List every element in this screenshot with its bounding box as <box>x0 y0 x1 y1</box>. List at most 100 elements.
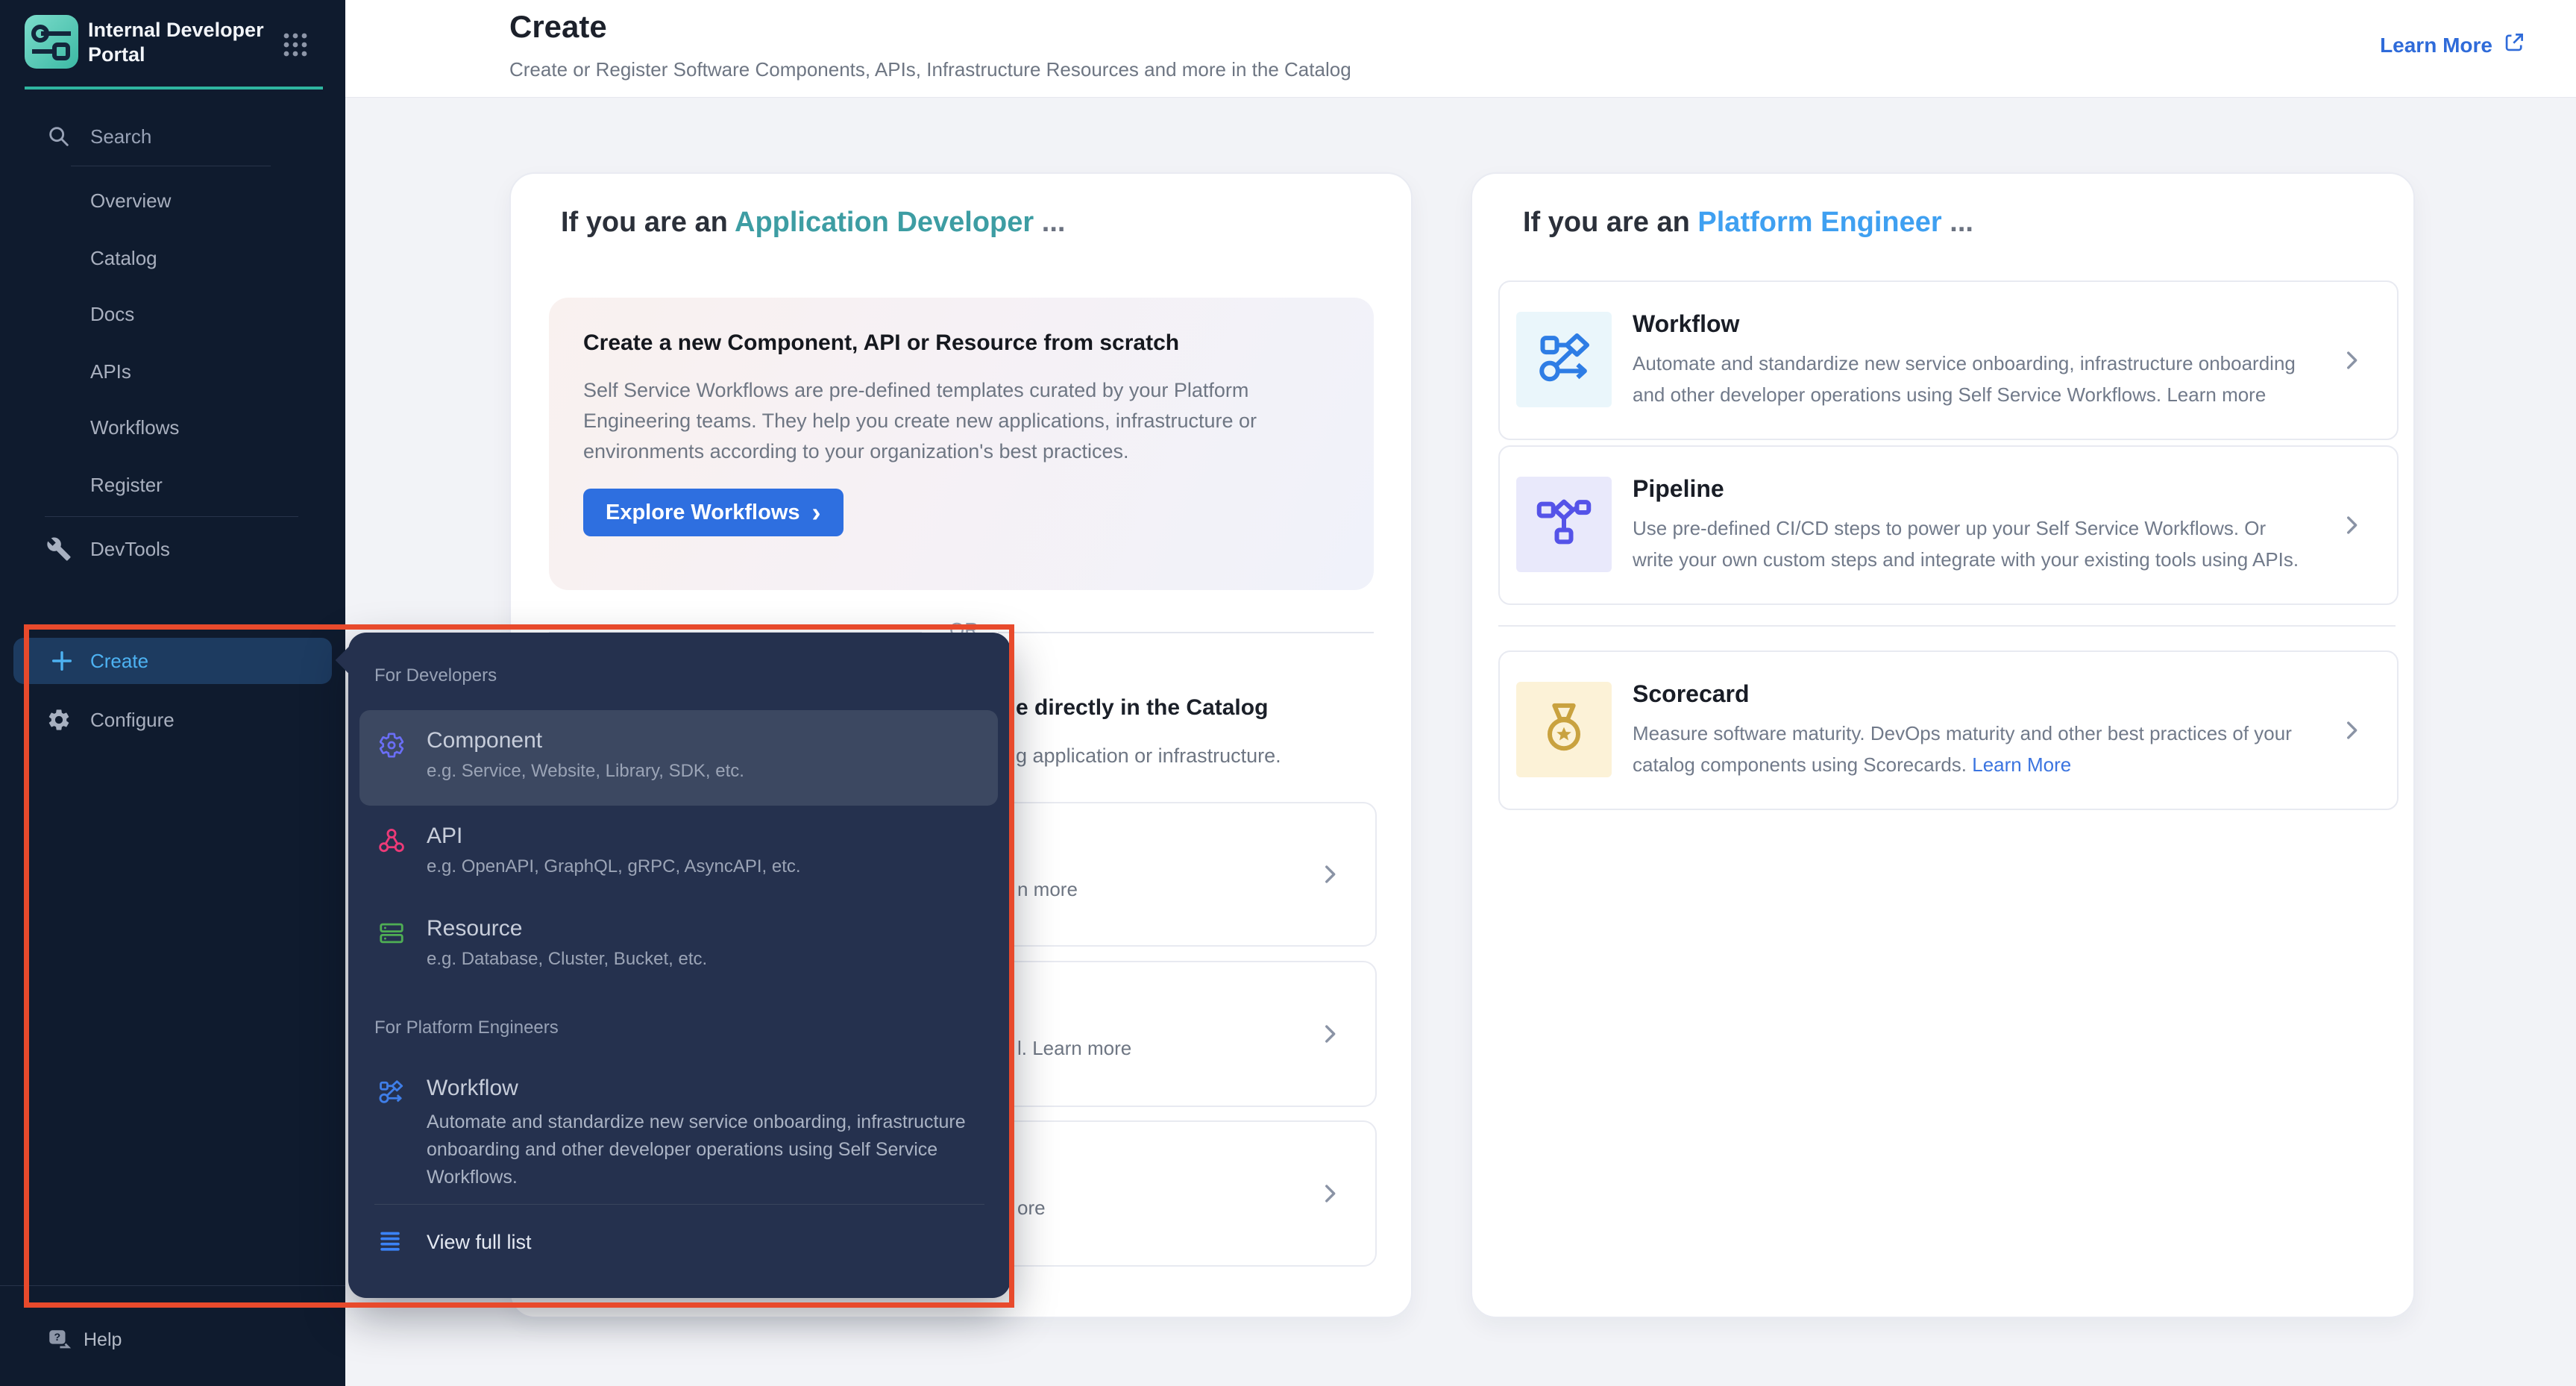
row-description: Automate and standardize new service onb… <box>1633 348 2311 410</box>
workflow-icon <box>377 1079 404 1106</box>
menu-item-component[interactable]: Component e.g. Service, Website, Library… <box>359 710 998 806</box>
row-description-text: Automate and standardize new service onb… <box>1633 352 2296 406</box>
learn-more-label: Learn More <box>2380 34 2492 57</box>
chevron-right-icon <box>2339 348 2364 373</box>
sidebar-item-configure[interactable]: Configure <box>0 699 345 741</box>
menu-item-api[interactable]: API e.g. OpenAPI, GraphQL, gRPC, AsyncAP… <box>359 806 998 901</box>
api-webhook-icon <box>377 827 406 855</box>
sidebar-item-devtools[interactable]: DevTools <box>0 528 345 570</box>
plus-icon <box>49 648 75 674</box>
pipeline-row[interactable]: Pipeline Use pre-defined CI/CD steps to … <box>1498 445 2398 605</box>
sidebar-item-search[interactable]: Search <box>0 116 345 157</box>
row-text-fragment: n more <box>1017 878 1078 901</box>
sidebar-item-label: Configure <box>90 709 175 732</box>
sidebar-item-create[interactable]: Create <box>13 638 332 684</box>
card-heading: If you are an Platform Engineer ... <box>1523 207 1973 239</box>
wrench-icon <box>46 536 72 562</box>
sidebar-item-label: DevTools <box>90 538 170 561</box>
gear-icon <box>46 707 72 733</box>
register-section-title-fragment: e directly in the Catalog <box>1016 695 1268 721</box>
idp-create-page: Internal Developer Portal Search Overvie… <box>0 0 2576 1386</box>
menu-item-title: API <box>427 824 462 849</box>
workflow-icon <box>1536 330 1592 390</box>
sidebar-divider <box>45 516 298 517</box>
pipeline-icon-tile <box>1516 477 1612 572</box>
view-full-list-item[interactable]: View full list <box>359 1220 998 1265</box>
workflow-row[interactable]: Workflow Automate and standardize new se… <box>1498 280 2398 440</box>
menu-item-resource[interactable]: Resource e.g. Database, Cluster, Bucket,… <box>359 898 998 994</box>
sidebar-item-register[interactable]: Register <box>0 464 345 506</box>
learn-more-link[interactable]: Learn More <box>2380 30 2527 60</box>
sidebar-item-label: Catalog <box>90 247 157 270</box>
heading-highlight: Platform Engineer <box>1697 207 1941 238</box>
row-description-text: Use pre-defined CI/CD steps to power up … <box>1633 517 2299 571</box>
menu-item-description: e.g. OpenAPI, GraphQL, gRPC, AsyncAPI, e… <box>427 856 801 877</box>
scorecard-icon-tile <box>1516 682 1612 777</box>
heading-highlight: Application Developer <box>735 207 1034 238</box>
page-subtitle: Create or Register Software Components, … <box>509 58 1351 81</box>
menu-item-workflow[interactable]: Workflow Automate and standardize new se… <box>359 1068 998 1195</box>
sidebar-item-label: Register <box>90 474 163 497</box>
apps-grid-icon[interactable] <box>279 28 312 61</box>
menu-divider <box>374 1204 984 1205</box>
menu-item-title: View full list <box>427 1231 532 1254</box>
chevron-right-icon <box>2339 718 2364 743</box>
component-gear-icon <box>377 731 406 759</box>
resource-servers-icon <box>377 919 406 947</box>
panel-title: Create a new Component, API or Resource … <box>583 330 1179 356</box>
sidebar-item-label: Help <box>84 1329 122 1351</box>
external-link-icon <box>2501 30 2527 60</box>
sidebar-item-label: APIs <box>90 360 131 383</box>
sidebar-item-label: Overview <box>90 189 171 213</box>
chevron-right-icon <box>1317 1181 1342 1206</box>
create-from-scratch-panel: Create a new Component, API or Resource … <box>549 298 1374 590</box>
sidebar-item-label: Search <box>90 125 151 148</box>
heading-prefix: If you are an <box>1523 207 1697 238</box>
menu-item-title: Workflow <box>427 1076 518 1101</box>
row-description-text: Measure software maturity. DevOps maturi… <box>1633 722 2292 776</box>
chevron-right-icon <box>2339 512 2364 538</box>
sidebar-item-label: Workflows <box>90 416 179 439</box>
heading-suffix: ... <box>1942 207 1973 238</box>
sidebar-divider <box>0 1285 345 1286</box>
row-description: Measure software maturity. DevOps maturi… <box>1633 718 2311 780</box>
scorecard-medal-icon <box>1536 700 1592 760</box>
row-text-fragment: l. Learn more <box>1017 1037 1131 1060</box>
row-text-fragment: ore <box>1017 1197 1046 1220</box>
sidebar-item-catalog[interactable]: Catalog <box>0 237 345 279</box>
menu-item-description: e.g. Service, Website, Library, SDK, etc… <box>427 761 744 782</box>
sidebar-item-help[interactable]: ? Help <box>0 1319 345 1361</box>
sidebar: Internal Developer Portal Search Overvie… <box>0 0 345 1386</box>
app-logo[interactable] <box>25 15 78 69</box>
card-heading: If you are an Application Developer ... <box>561 207 1065 239</box>
sidebar-item-workflows[interactable]: Workflows <box>0 407 345 448</box>
row-description: Use pre-defined CI/CD steps to power up … <box>1633 512 2311 575</box>
chevron-right-icon <box>1317 862 1342 887</box>
scorecard-row[interactable]: Scorecard Measure software maturity. Dev… <box>1498 650 2398 810</box>
chevron-right-icon <box>1317 1021 1342 1047</box>
header-divider <box>345 97 2576 98</box>
sidebar-item-label: Create <box>90 650 148 673</box>
workflow-icon-tile <box>1516 312 1612 407</box>
button-label: Explore Workflows <box>606 501 800 525</box>
sidebar-item-overview[interactable]: Overview <box>0 180 345 222</box>
row-title: Pipeline <box>1633 475 1724 503</box>
search-icon <box>46 124 72 149</box>
explore-workflows-button[interactable]: Explore Workflows › <box>583 489 844 536</box>
panel-description: Self Service Workflows are pre-defined t… <box>583 375 1344 467</box>
sidebar-item-apis[interactable]: APIs <box>0 351 345 392</box>
card-section-divider <box>1498 625 2396 627</box>
sidebar-item-label: Docs <box>90 303 134 326</box>
sidebar-accent-rule <box>25 87 323 90</box>
register-section-subtitle-fragment: g application or infrastructure. <box>1016 744 1281 768</box>
row-title: Scorecard <box>1633 680 1750 708</box>
row-title: Workflow <box>1633 310 1739 338</box>
menu-item-description: Automate and standardize new service onb… <box>427 1109 978 1191</box>
heading-suffix: ... <box>1034 207 1065 238</box>
svg-text:?: ? <box>54 1332 61 1343</box>
sidebar-item-docs[interactable]: Docs <box>0 293 345 335</box>
menu-section-label: For Platform Engineers <box>374 1017 559 1038</box>
learn-more-link[interactable]: Learn More <box>1972 753 2071 776</box>
heading-prefix: If you are an <box>561 207 735 238</box>
app-title: Internal Developer Portal <box>88 18 274 67</box>
